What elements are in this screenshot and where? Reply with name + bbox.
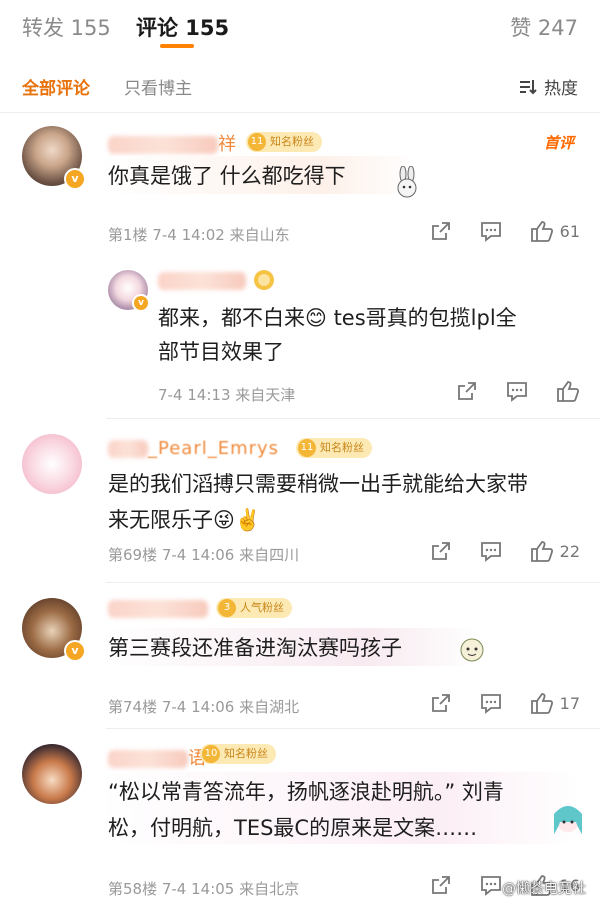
comment-text-line-1: 是的我们滔搏只需要稍微一出手就能给大家带 <box>108 472 528 496</box>
like-count: 61 <box>559 221 580 241</box>
like-button[interactable]: 61 <box>530 220 580 242</box>
like-count: 17 <box>559 693 580 713</box>
share-button[interactable] <box>430 220 452 242</box>
share-icon <box>431 876 450 894</box>
comment-text-line-1: “松以常青答流年，扬帆逐浪赴明航。” 刘青 <box>108 780 504 804</box>
like-button[interactable]: 17 <box>530 692 580 714</box>
verified-badge-icon: v <box>132 294 150 312</box>
username[interactable]: 祥 <box>108 130 237 156</box>
anime-sticker-icon <box>548 800 588 848</box>
fan-badge: 10 知名粉丝 <box>200 744 276 764</box>
sort-icon <box>520 79 537 94</box>
sort-label: 热度 <box>544 79 578 99</box>
fan-badge: 3 人气粉丝 <box>216 598 292 618</box>
reply-actions <box>428 380 580 402</box>
comment-meta: 第69楼 7-4 14:06 来自四川 <box>108 546 300 564</box>
share-button[interactable] <box>430 874 452 896</box>
verified-badge-icon: v <box>64 168 86 190</box>
reply-button[interactable] <box>480 692 502 714</box>
share-icon <box>431 542 450 560</box>
thumbs-up-icon <box>530 693 553 714</box>
comment-icon <box>480 694 501 714</box>
filter-all-comments[interactable]: 全部评论 <box>22 74 90 99</box>
medal-icon <box>252 268 276 296</box>
thumbs-up-icon <box>530 541 553 562</box>
comment-actions: 61 <box>402 220 580 242</box>
share-icon <box>431 694 450 712</box>
cartoon-sticker-icon <box>456 636 488 670</box>
reply-button[interactable] <box>480 540 502 562</box>
reply-button[interactable] <box>480 874 502 896</box>
avatar[interactable] <box>22 434 82 494</box>
share-icon <box>431 222 450 240</box>
comment-icon <box>480 542 501 562</box>
reply-meta: 7-4 14:13 来自天津 <box>158 386 296 404</box>
comment-text: 你真是饿了 什么都吃得下 <box>108 164 346 188</box>
tab-bar: 转发 155 评论 155 赞 247 <box>0 0 600 56</box>
comment-text: 第三赛段还准备进淘汰赛吗孩子 <box>108 636 402 660</box>
reply-button[interactable] <box>480 220 502 242</box>
comment-filter-bar: 全部评论 只看博主 热度 <box>0 74 600 102</box>
comment-text-line-2: 松，付明航，TES最C的原来是文案…… <box>108 816 478 840</box>
sort-button[interactable]: 热度 <box>518 74 578 99</box>
comment-actions: 22 <box>402 540 580 562</box>
comment-icon <box>507 382 527 402</box>
comment-meta: 第58楼 7-4 14:05 来自北京 <box>108 880 300 898</box>
first-comment-tag: 首评 <box>543 134 574 152</box>
share-button[interactable] <box>430 540 452 562</box>
like-button[interactable]: 22 <box>530 540 580 562</box>
comment-meta: 第1楼 7-4 14:02 来自山东 <box>108 226 290 244</box>
reply-button[interactable] <box>506 380 528 402</box>
reply-text-line-1: 都来，都不白来😊 tes哥真的包揽lpl全 <box>158 306 517 330</box>
like-count: 22 <box>559 541 580 561</box>
username[interactable] <box>108 598 208 619</box>
tab-repost[interactable]: 转发 155 <box>22 12 111 42</box>
reply-username[interactable] <box>158 270 246 291</box>
comment-icon <box>480 876 501 896</box>
thumbs-up-icon <box>530 221 553 242</box>
fan-badge: 11 知名粉丝 <box>296 438 372 458</box>
comment-text-line-2: 来无限乐子😜✌️ <box>108 508 262 532</box>
thumbs-up-icon <box>557 381 580 402</box>
tab-like[interactable]: 赞 247 <box>510 12 578 42</box>
reply-text-line-2: 部节目效果了 <box>158 340 284 364</box>
verified-badge-icon: v <box>64 640 86 662</box>
share-button[interactable] <box>430 692 452 714</box>
filter-blogger-only[interactable]: 只看博主 <box>124 74 192 99</box>
comment-icon <box>480 222 501 242</box>
watermark: @懒茶电竞社 <box>502 881 586 897</box>
avatar[interactable] <box>22 744 82 804</box>
rabbit-sticker-icon <box>392 165 422 202</box>
comment-meta: 第74楼 7-4 14:06 来自湖北 <box>108 698 300 716</box>
tab-comment[interactable]: 评论 155 <box>136 12 229 42</box>
like-button[interactable] <box>556 380 580 402</box>
share-button[interactable] <box>456 380 478 402</box>
username[interactable]: _Pearl_Emrys <box>108 438 279 459</box>
share-icon <box>458 382 476 400</box>
active-tab-indicator <box>160 44 194 48</box>
username[interactable]: 语 <box>108 744 207 770</box>
fan-badge: 11 知名粉丝 <box>246 132 322 152</box>
comment-actions: 17 <box>402 692 580 714</box>
